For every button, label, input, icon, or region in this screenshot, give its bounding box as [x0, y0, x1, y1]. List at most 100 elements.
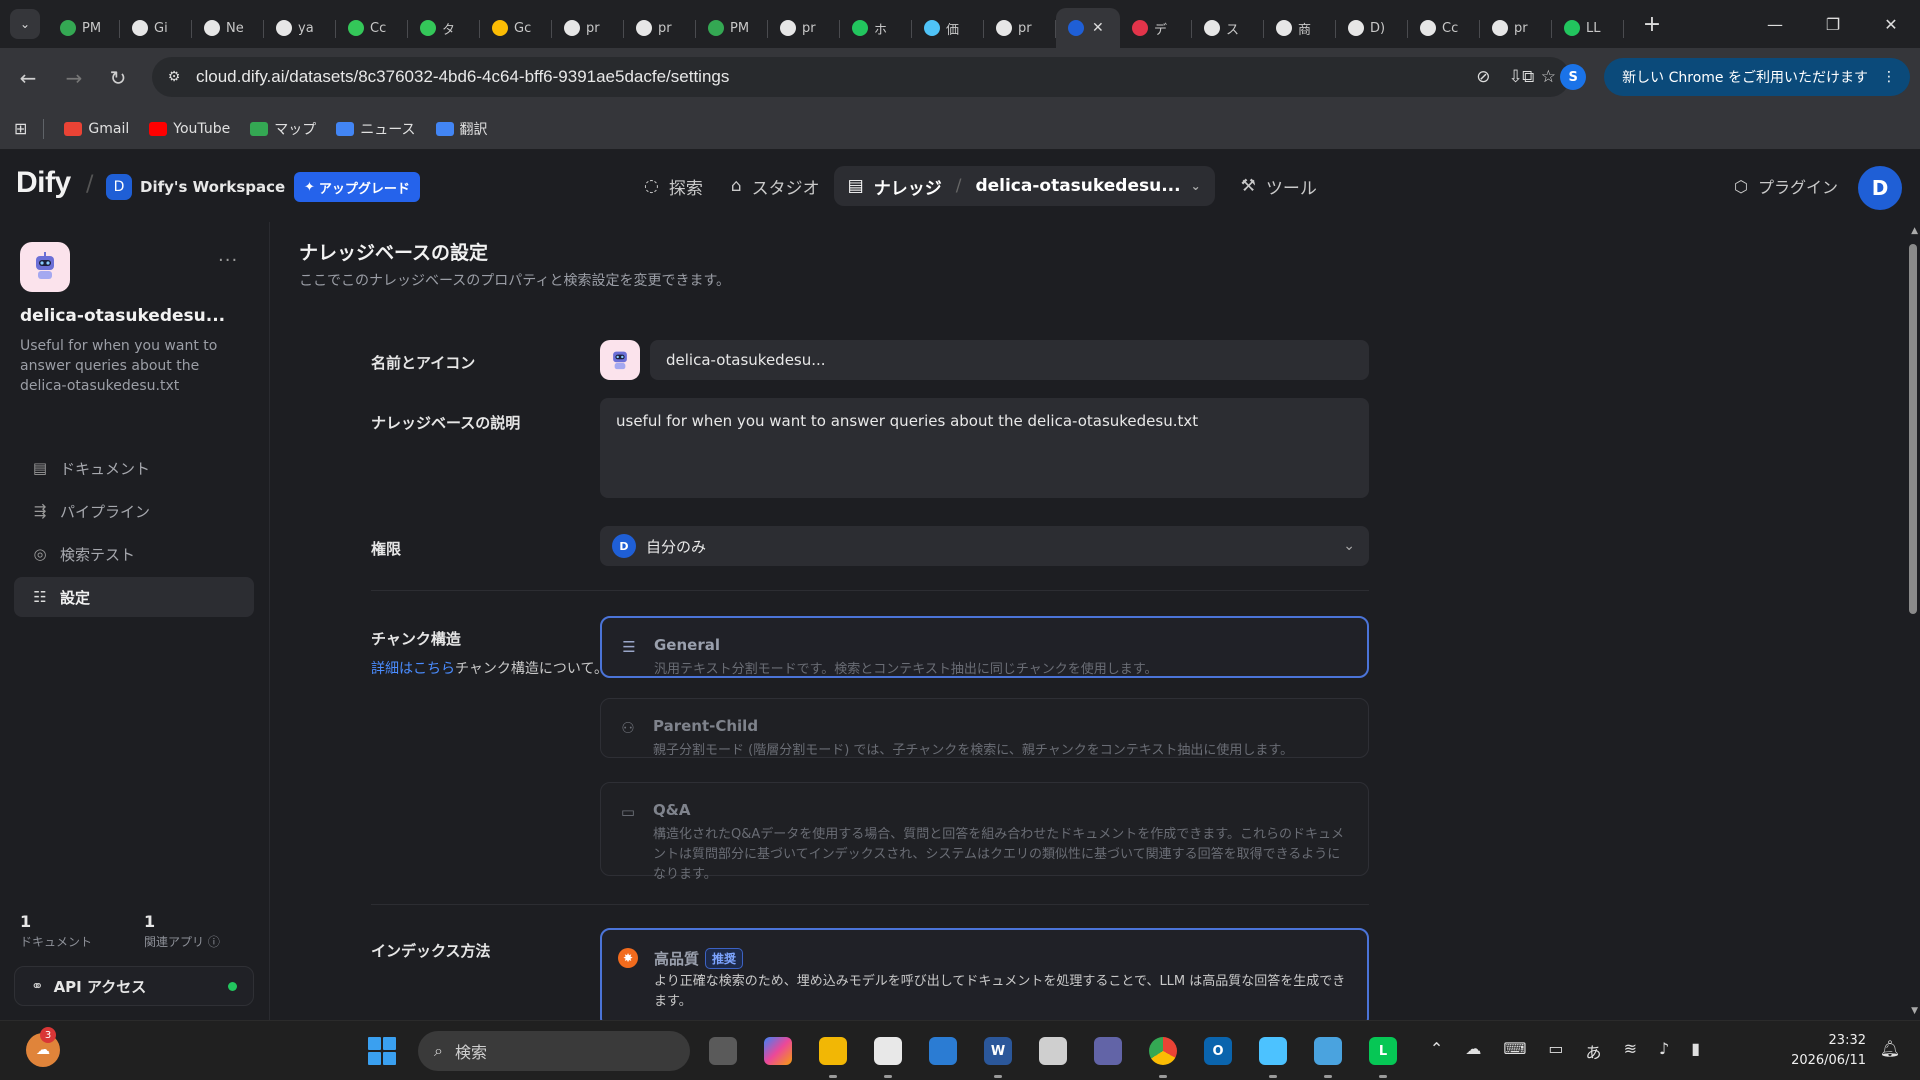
main-scrollbar[interactable]: ▲ ▼ — [1904, 222, 1920, 1020]
outlook-icon[interactable]: O — [1197, 1031, 1239, 1071]
bookmark-item[interactable]: Gmail — [64, 119, 129, 139]
battery-icon[interactable]: ▮ — [1691, 1039, 1700, 1063]
browser-tab[interactable]: ホ — [840, 8, 912, 48]
notepad-icon[interactable] — [1307, 1031, 1349, 1078]
wifi-icon[interactable]: ≋ — [1624, 1039, 1637, 1063]
section-divider — [371, 590, 1369, 591]
word-icon[interactable]: W — [977, 1031, 1019, 1078]
browser-tab[interactable]: ス — [1192, 8, 1264, 48]
browser-tab[interactable]: ✕ — [1056, 8, 1120, 48]
browser-tab[interactable]: pr — [768, 8, 840, 48]
sidebar-item[interactable]: ☷ 設定 — [14, 577, 254, 617]
browser-tab[interactable]: LL — [1552, 8, 1624, 48]
index-option-high-quality[interactable]: ✸ 高品質 推奨 より正確な検索のため、埋め込みモデルを呼び出してドキュメントを… — [600, 928, 1369, 1020]
reload-button[interactable]: ↻ — [102, 62, 134, 94]
file-explorer-icon[interactable] — [812, 1031, 854, 1078]
browser-tab[interactable]: ya — [264, 8, 336, 48]
tab-search-button[interactable]: ⌄ — [10, 9, 40, 39]
apps-grid-icon[interactable]: ⊞ — [14, 119, 27, 138]
browser-tab[interactable]: PM — [696, 8, 768, 48]
chevron-down-icon[interactable]: ⌄ — [1191, 179, 1201, 193]
notification-bell-icon[interactable]: 🔔︎ — [1880, 1039, 1900, 1058]
volume-icon[interactable]: ♪ — [1659, 1039, 1669, 1063]
browser-tab[interactable]: D) — [1336, 8, 1408, 48]
name-input[interactable]: delica-otasukedesu... — [650, 340, 1369, 380]
extensions-icon[interactable]: ⧉ — [1510, 67, 1546, 87]
store-icon[interactable] — [867, 1031, 909, 1078]
chrome-update-button[interactable]: 新しい Chrome をご利用いただけます ⋮ — [1604, 58, 1910, 96]
bookmark-item[interactable]: 翻訳 — [435, 119, 488, 139]
workspace-selector[interactable]: D Dify's Workspace ⌄ — [106, 172, 303, 202]
profile-avatar[interactable]: S — [1560, 64, 1587, 90]
new-tab-button[interactable]: + — [1636, 8, 1668, 40]
onedrive-icon[interactable]: ☁ — [1465, 1039, 1481, 1063]
forward-button[interactable]: → — [58, 62, 90, 94]
api-access-button[interactable]: ⚭ API アクセス — [14, 966, 254, 1006]
permission-select[interactable]: D 自分のみ ⌄ — [600, 526, 1369, 566]
browser-tab[interactable]: PM — [48, 8, 120, 48]
browser-tab[interactable]: デ — [1120, 8, 1192, 48]
user-avatar[interactable]: D — [1858, 166, 1902, 210]
knowledge-icon-picker[interactable] — [600, 340, 640, 380]
browser-tab[interactable]: pr — [624, 8, 696, 48]
address-bar[interactable]: ⚙ cloud.dify.ai/datasets/8c376032-4bd6-4… — [152, 57, 1570, 97]
chunk-option-general[interactable]: ☰ General 汎用テキスト分割モードです。検索とコンテキスト抽出に同じチャ… — [600, 616, 1369, 678]
chunk-option-parent-child[interactable]: ⚇ Parent-Child 親子分割モード (階層分割モード) では、子チャン… — [600, 698, 1369, 758]
sidebar-item[interactable]: ▤ ドキュメント — [14, 448, 254, 488]
no-camera-icon[interactable]: ⊘ — [1476, 67, 1490, 87]
bookmark-item[interactable]: マップ — [250, 119, 316, 139]
bookmark-item[interactable]: YouTube — [149, 119, 230, 139]
browser-tab[interactable]: 商 — [1264, 8, 1336, 48]
browser-tab[interactable]: Gi — [120, 8, 192, 48]
close-window-button[interactable]: ✕ — [1862, 0, 1920, 48]
site-info-icon[interactable]: ⚙ — [160, 63, 188, 91]
nav-explore[interactable]: ◌ 探索 — [630, 166, 717, 206]
browser-tab[interactable]: pr — [552, 8, 624, 48]
keyboard-icon[interactable]: ⌨ — [1503, 1039, 1526, 1063]
nav-tools[interactable]: ⚒ ツール — [1227, 166, 1331, 206]
copilot-icon[interactable] — [757, 1031, 799, 1071]
scroll-up-arrow[interactable]: ▲ — [1911, 226, 1918, 236]
nav-dataset-label[interactable]: delica-otasukedesu... — [975, 176, 1180, 196]
chunk-help-link[interactable]: 詳細はこちら — [371, 661, 455, 677]
browser-tab[interactable]: pr — [984, 8, 1056, 48]
close-tab-icon[interactable]: ✕ — [1092, 20, 1104, 36]
teams-icon[interactable] — [1087, 1031, 1129, 1071]
scroll-thumb[interactable] — [1909, 244, 1917, 614]
task-view-icon[interactable] — [702, 1031, 744, 1071]
display-icon[interactable]: ▭ — [1548, 1039, 1563, 1063]
browser-tab[interactable]: pr — [1480, 8, 1552, 48]
mail-icon[interactable] — [922, 1031, 964, 1071]
more-vert-icon[interactable]: ⋮ — [1882, 69, 1896, 85]
upgrade-button[interactable]: ✦ アップグレード — [294, 172, 420, 202]
browser-tab[interactable]: 価 — [912, 8, 984, 48]
dify-logo[interactable]: Dify — [16, 166, 71, 200]
chevron-up-icon[interactable]: ⌃ — [1430, 1039, 1443, 1063]
sidebar-item[interactable]: ⇶ パイプライン — [14, 491, 254, 531]
browser-tab[interactable]: タ — [408, 8, 480, 48]
chrome-icon[interactable] — [1142, 1031, 1184, 1078]
taskbar-clock[interactable]: 23:32 2026/06/11 — [1791, 1031, 1866, 1071]
back-button[interactable]: ← — [12, 62, 44, 94]
description-textarea[interactable]: useful for when you want to answer queri… — [600, 398, 1369, 498]
plugins-button[interactable]: ⬡ プラグイン — [1734, 174, 1838, 198]
chunk-option-qa[interactable]: ▭ Q&A 構造化されたQ&Aデータを使用する場合、質問と回答を組み合わせたドキ… — [600, 782, 1369, 882]
sidebar-item[interactable]: ◎ 検索テスト — [14, 534, 254, 574]
browser-tab[interactable]: Ne — [192, 8, 264, 48]
scroll-down-arrow[interactable]: ▼ — [1911, 1006, 1918, 1016]
line-icon[interactable]: L — [1362, 1031, 1404, 1078]
nav-studio[interactable]: ⌂ スタジオ — [717, 166, 834, 206]
taskbar-search[interactable]: ⌕ 検索 — [418, 1031, 690, 1071]
browser-tab[interactable]: Cc — [1408, 8, 1480, 48]
start-button[interactable] — [368, 1037, 396, 1065]
photos-icon[interactable] — [1252, 1031, 1294, 1078]
restore-button[interactable]: ❐ — [1804, 0, 1862, 48]
ime-icon[interactable]: あ — [1586, 1039, 1602, 1063]
browser-tab[interactable]: Cc — [336, 8, 408, 48]
more-options-icon[interactable]: ··· — [218, 250, 238, 271]
devices-icon[interactable] — [1032, 1031, 1074, 1071]
browser-tab[interactable]: Gc — [480, 8, 552, 48]
minimize-button[interactable]: — — [1746, 0, 1804, 48]
nav-knowledge[interactable]: ▤ ナレッジ / delica-otasukedesu... ⌄ — [833, 166, 1215, 206]
bookmark-item[interactable]: ニュース — [336, 119, 416, 139]
